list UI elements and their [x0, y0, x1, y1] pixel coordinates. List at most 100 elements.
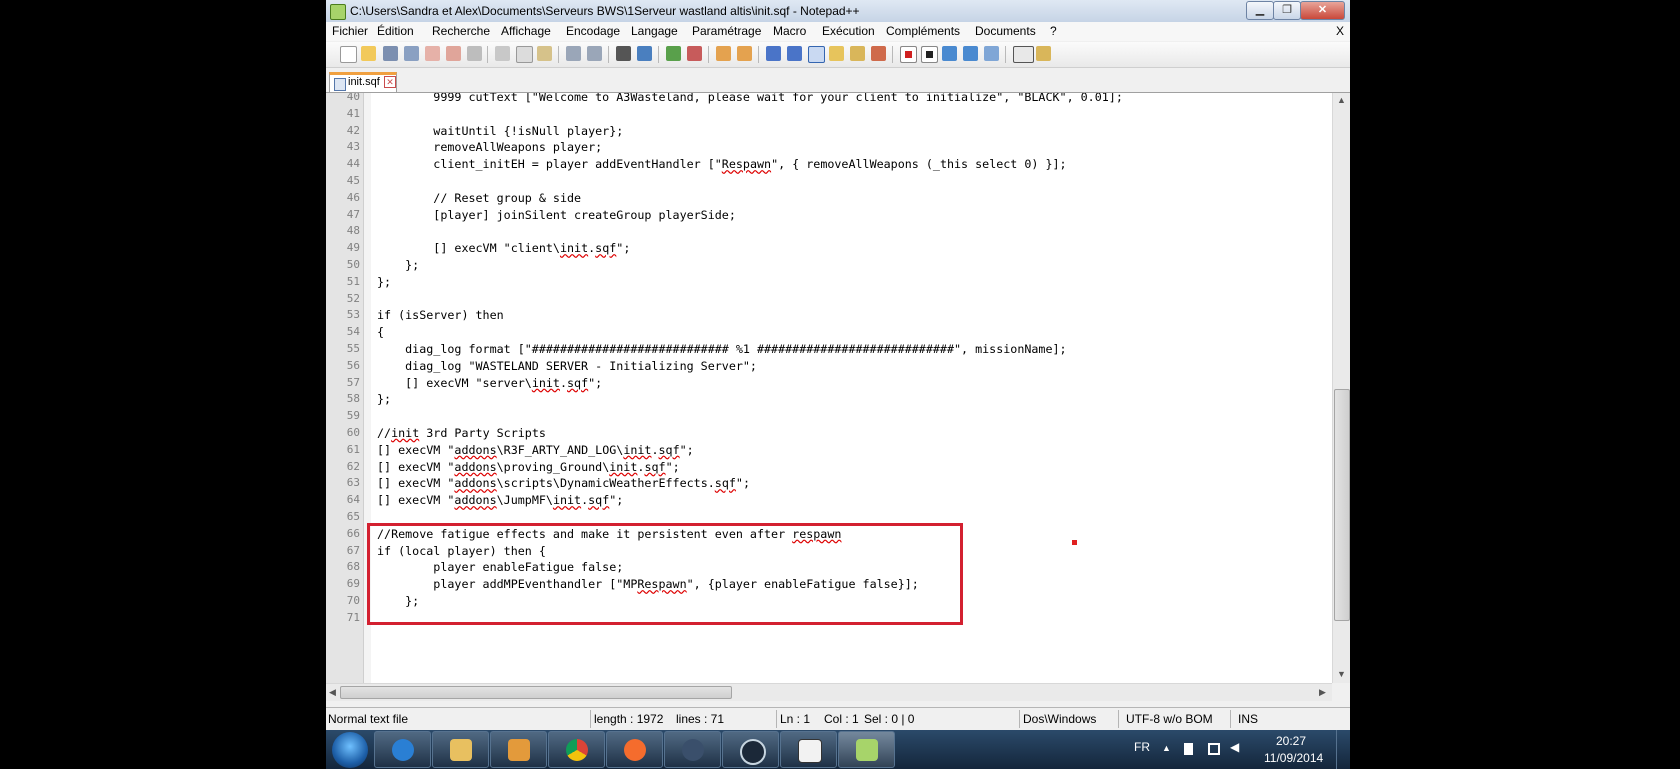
menu-fichier[interactable]: Fichier — [332, 24, 368, 38]
line-number: 64 — [346, 493, 360, 507]
menu-encodage[interactable]: Encodage — [566, 24, 620, 38]
extra-icon[interactable] — [1036, 46, 1051, 61]
spellcheck-icon[interactable] — [1013, 46, 1034, 63]
code-line: // Reset group & side — [377, 190, 582, 205]
scroll-right-icon[interactable]: ▶ — [1319, 687, 1326, 698]
taskbar-media-player[interactable] — [490, 731, 547, 768]
taskbar-notepadpp[interactable] — [838, 731, 895, 768]
taskbar-teamspeak[interactable] — [664, 731, 721, 768]
status-col: Col : 1 — [824, 712, 859, 726]
toolbar-separator — [1005, 46, 1006, 63]
close-icon[interactable] — [425, 46, 440, 61]
title-bar[interactable]: C:\Users\Sandra et Alex\Documents\Serveu… — [326, 0, 1350, 23]
save-all-icon[interactable] — [404, 46, 419, 61]
horizontal-scroll-thumb[interactable] — [340, 686, 732, 699]
toolbar-separator — [658, 46, 659, 63]
tab-init-sqf[interactable]: init.sqf ✕ — [329, 72, 397, 92]
sync-v-icon[interactable] — [716, 46, 731, 61]
scroll-down-icon[interactable]: ▼ — [1337, 669, 1346, 679]
code-editor[interactable]: 40 9999 cutText ["Welcome to A3Wasteland… — [326, 93, 1332, 683]
code-line: { — [377, 325, 385, 340]
tab-close-icon[interactable]: ✕ — [384, 76, 396, 88]
menu-documents[interactable]: Documents — [975, 24, 1036, 38]
horizontal-scrollbar[interactable]: ◀ ▶ — [326, 683, 1332, 701]
close-all-icon[interactable] — [446, 46, 461, 61]
line-number: 41 — [346, 106, 360, 120]
zoom-in-icon[interactable] — [666, 46, 681, 61]
scroll-left-icon[interactable]: ◀ — [329, 687, 336, 698]
save-macro-icon[interactable] — [984, 46, 999, 61]
taskbar-chrome[interactable] — [548, 731, 605, 768]
sync-h-icon[interactable] — [737, 46, 752, 61]
word-wrap-icon[interactable] — [766, 46, 781, 61]
file-explorer-icon — [450, 739, 472, 761]
show-desktop-button[interactable] — [1336, 730, 1351, 769]
new-file-icon[interactable] — [340, 46, 357, 63]
user-lang-icon[interactable] — [829, 46, 844, 61]
menu-execution[interactable]: Exécution — [822, 24, 875, 38]
copy-icon[interactable] — [516, 46, 533, 63]
line-number: 65 — [346, 510, 360, 523]
stop-macro-icon[interactable] — [921, 46, 938, 63]
network-icon[interactable] — [1208, 743, 1220, 755]
code-line: 9999 cutText ["Welcome to A3Wasteland, p… — [377, 93, 1123, 104]
clock-date[interactable]: 11/09/2014 — [1264, 751, 1323, 765]
start-button-icon[interactable] — [332, 732, 368, 768]
taskbar-origin[interactable] — [606, 731, 663, 768]
run-macro-multiple-icon[interactable] — [963, 46, 978, 61]
status-file-type: Normal text file — [328, 712, 409, 726]
function-list-icon[interactable] — [871, 46, 886, 61]
taskbar-exe-file[interactable] — [780, 731, 837, 768]
menu-recherche[interactable]: Recherche — [432, 24, 490, 38]
tray-expand-icon[interactable]: ▲ — [1162, 743, 1174, 755]
line-number: 52 — [346, 291, 360, 305]
internet-explorer-icon — [392, 739, 414, 761]
menu-macro[interactable]: Macro — [773, 24, 806, 38]
action-center-flag-icon[interactable] — [1184, 743, 1193, 755]
indent-guide-icon[interactable] — [808, 46, 825, 63]
taskbar-steam[interactable] — [722, 731, 779, 768]
code-line: }; — [377, 274, 392, 289]
cut-icon[interactable] — [495, 46, 510, 61]
menu-affichage[interactable]: Affichage — [501, 24, 551, 38]
replace-icon[interactable] — [637, 46, 652, 61]
menu-parametrage[interactable]: Paramétrage — [692, 24, 761, 38]
redo-icon[interactable] — [587, 46, 602, 61]
vertical-scrollbar[interactable]: ▲ ▼ — [1332, 93, 1350, 683]
status-ln: Ln : 1 — [780, 712, 811, 726]
save-icon[interactable] — [383, 46, 398, 61]
clock-time[interactable]: 20:27 — [1276, 734, 1306, 748]
record-macro-icon[interactable] — [900, 46, 917, 63]
undo-icon[interactable] — [566, 46, 581, 61]
doc-map-icon[interactable] — [850, 46, 865, 61]
menu-help[interactable]: ? — [1050, 24, 1057, 38]
status-eol: Dos\Windows — [1023, 712, 1097, 726]
status-length: length : 1972 — [594, 712, 664, 726]
vertical-scroll-thumb[interactable] — [1334, 389, 1350, 621]
taskbar-internet-explorer[interactable] — [374, 731, 431, 768]
close-document-button[interactable]: X — [1336, 24, 1344, 38]
volume-icon[interactable]: ◀ — [1230, 740, 1242, 754]
find-icon[interactable] — [616, 46, 631, 61]
language-indicator[interactable]: FR — [1134, 740, 1150, 754]
play-macro-icon[interactable] — [942, 46, 957, 61]
menu-edition[interactable]: Édition — [377, 24, 414, 38]
status-encoding: UTF-8 w/o BOM — [1126, 712, 1213, 726]
open-file-icon[interactable] — [361, 46, 376, 61]
toolbar-separator — [758, 46, 759, 63]
menu-langage[interactable]: Langage — [631, 24, 678, 38]
menu-complements[interactable]: Compléments — [886, 24, 960, 38]
close-window-button[interactable]: ✕ — [1300, 1, 1345, 20]
window-title: C:\Users\Sandra et Alex\Documents\Serveu… — [350, 4, 860, 18]
maximize-button[interactable]: ❐ — [1273, 1, 1301, 20]
print-icon[interactable] — [467, 46, 482, 61]
minimize-button[interactable]: ▁ — [1246, 1, 1274, 20]
paste-icon[interactable] — [537, 46, 552, 61]
teamspeak-icon — [682, 739, 704, 761]
toolbar-separator — [708, 46, 709, 63]
show-all-chars-icon[interactable] — [787, 46, 802, 61]
taskbar-file-explorer[interactable] — [432, 731, 489, 768]
zoom-out-icon[interactable] — [687, 46, 702, 61]
scroll-up-icon[interactable]: ▲ — [1337, 95, 1346, 105]
code-line: [] execVM "addons\scripts\DynamicWeather… — [377, 476, 750, 491]
